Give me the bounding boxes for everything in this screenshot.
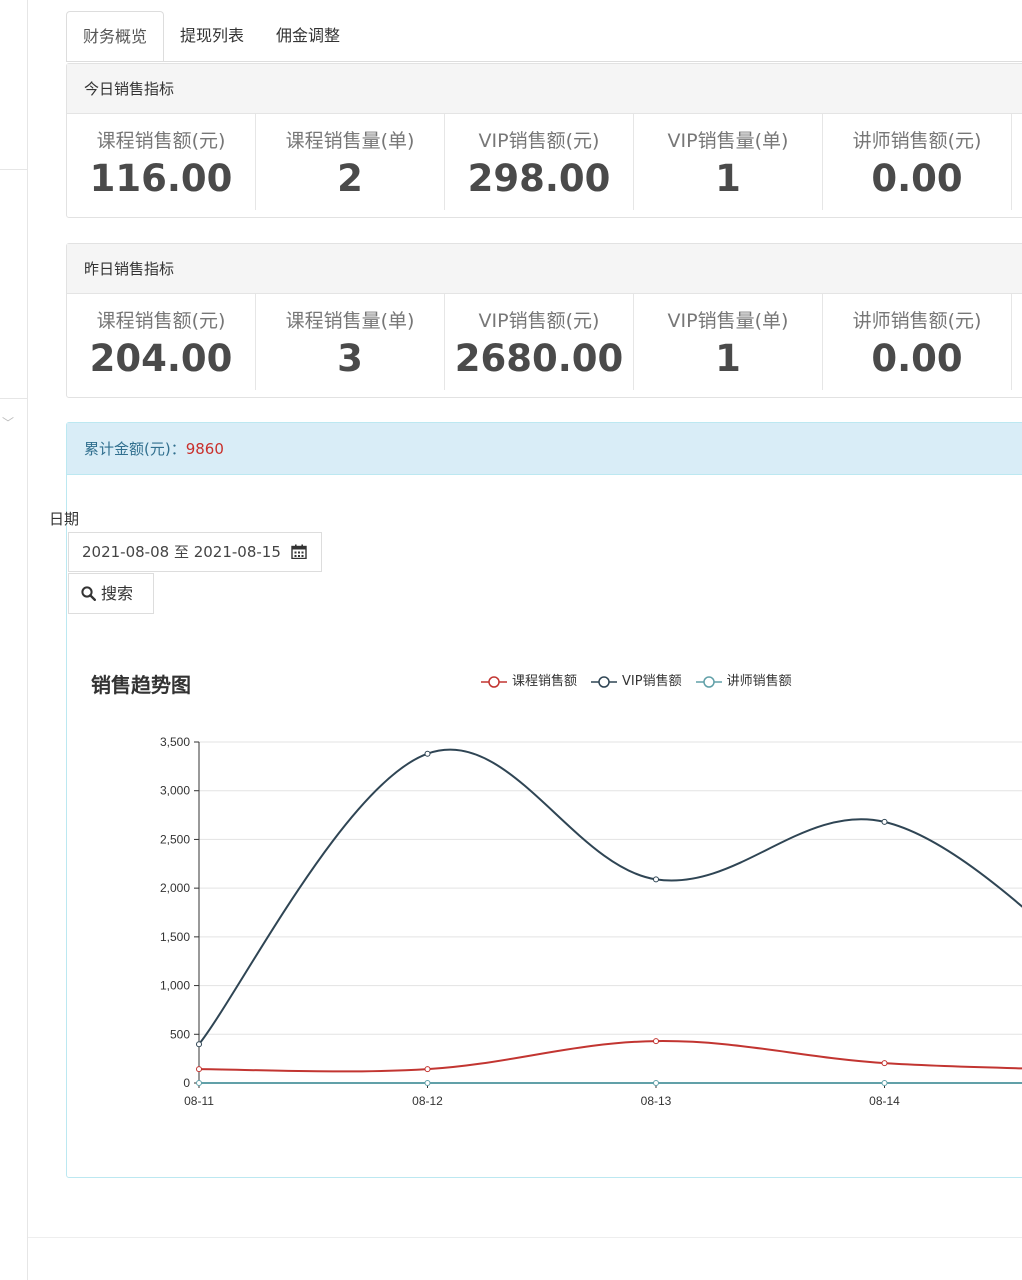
stat-teacher-amount: 讲师销售额(元) 0.00 — [823, 294, 1012, 390]
stat-value: 0.00 — [871, 157, 963, 200]
stats-row: 课程销售额(元) 116.00 课程销售量(单) 2 VIP销售额(元) 298… — [67, 114, 1022, 218]
panel-title: 今日销售指标 — [67, 64, 1022, 114]
search-button[interactable]: 搜索 — [68, 573, 154, 614]
date-range-value: 2021-08-08 至 2021-08-15 — [82, 543, 281, 561]
stat-label: VIP销售量(单) — [667, 310, 789, 332]
calendar-icon[interactable] — [291, 544, 307, 559]
stat-value: 1 — [715, 157, 741, 200]
legend-swatch-teacher — [695, 676, 722, 688]
chevron-down-icon[interactable]: ﹀ — [2, 414, 14, 431]
stat-label: VIP销售额(元) — [478, 310, 600, 332]
tab-divider — [66, 61, 1022, 62]
total-amount-bar: 累计金额(元)：9860 — [67, 423, 1022, 475]
stat-course-amount: 课程销售额(元) 204.00 — [67, 294, 256, 390]
stat-value: 204.00 — [89, 337, 233, 380]
legend-swatch-vip — [591, 676, 618, 688]
footer-divider — [28, 1237, 1022, 1238]
stat-value: 1 — [715, 337, 741, 380]
date-label: 日期 — [49, 510, 80, 528]
stat-label: 课程销售量(单) — [285, 130, 415, 152]
stat-course-count: 课程销售量(单) 2 — [256, 114, 445, 210]
stat-label: 讲师销售额(元) — [852, 130, 982, 152]
tab-withdraw-list[interactable]: 提现列表 — [164, 11, 260, 62]
tab-commission-adjust[interactable]: 佣金调整 — [260, 11, 356, 62]
stat-teacher-amount: 讲师销售额(元) 0.00 — [823, 114, 1012, 210]
search-label: 搜索 — [101, 584, 134, 603]
stat-value: 0.00 — [871, 337, 963, 380]
stat-label: 课程销售额(元) — [96, 310, 226, 332]
stat-label: 课程销售量(单) — [285, 310, 415, 332]
legend-item-vip[interactable]: VIP销售额 — [591, 672, 682, 692]
stat-vip-amount: VIP销售额(元) 2680.00 — [445, 294, 634, 390]
stat-value: 3 — [337, 337, 363, 380]
chart-title: 销售趋势图 — [91, 673, 191, 697]
stat-course-amount: 课程销售额(元) 116.00 — [67, 114, 256, 210]
yesterday-sales-panel: 昨日销售指标 课程销售额(元) 204.00 课程销售量(单) 3 VIP销售额… — [66, 243, 1022, 398]
panel-title: 昨日销售指标 — [67, 244, 1022, 294]
today-sales-panel: 今日销售指标 课程销售额(元) 116.00 课程销售量(单) 2 VIP销售额… — [66, 63, 1022, 218]
total-amount-label: 累计金额(元)： — [84, 440, 186, 458]
stat-vip-amount: VIP销售额(元) 298.00 — [445, 114, 634, 210]
total-amount-value: 9860 — [185, 440, 224, 458]
stat-value: 2 — [337, 157, 363, 200]
legend-swatch-course — [481, 676, 507, 688]
tab-bar: 财务概览 提现列表 佣金调整 — [66, 11, 356, 62]
stat-value: 116.00 — [89, 157, 233, 200]
stat-vip-count: VIP销售量(单) 1 — [634, 114, 823, 210]
stat-label: VIP销售额(元) — [478, 130, 600, 152]
stat-course-count: 课程销售量(单) 3 — [256, 294, 445, 390]
legend-label: VIP销售额 — [622, 674, 682, 689]
stats-row: 课程销售额(元) 204.00 课程销售量(单) 3 VIP销售额(元) 268… — [67, 294, 1022, 398]
tab-finance-overview[interactable]: 财务概览 — [66, 11, 165, 62]
legend-label: 课程销售额 — [512, 674, 578, 689]
stat-value: 2680.00 — [454, 337, 624, 380]
stat-value: 298.00 — [467, 157, 611, 200]
left-rail: ﹀ — [0, 0, 28, 1280]
legend-item-teacher[interactable]: 讲师销售额 — [695, 672, 792, 692]
chart-legend: 课程销售额 VIP销售额 讲师销售额 — [481, 672, 792, 692]
stat-label: VIP销售量(单) — [667, 130, 789, 152]
stat-label: 课程销售额(元) — [96, 130, 226, 152]
stat-vip-count: VIP销售量(单) 1 — [634, 294, 823, 390]
legend-item-course[interactable]: 课程销售额 — [481, 672, 577, 692]
rail-divider — [0, 169, 28, 170]
date-range-input[interactable]: 2021-08-08 至 2021-08-15 — [68, 532, 322, 572]
legend-label: 讲师销售额 — [726, 674, 792, 689]
search-icon — [81, 586, 96, 601]
rail-divider — [0, 398, 28, 399]
stat-label: 讲师销售额(元) — [852, 310, 982, 332]
